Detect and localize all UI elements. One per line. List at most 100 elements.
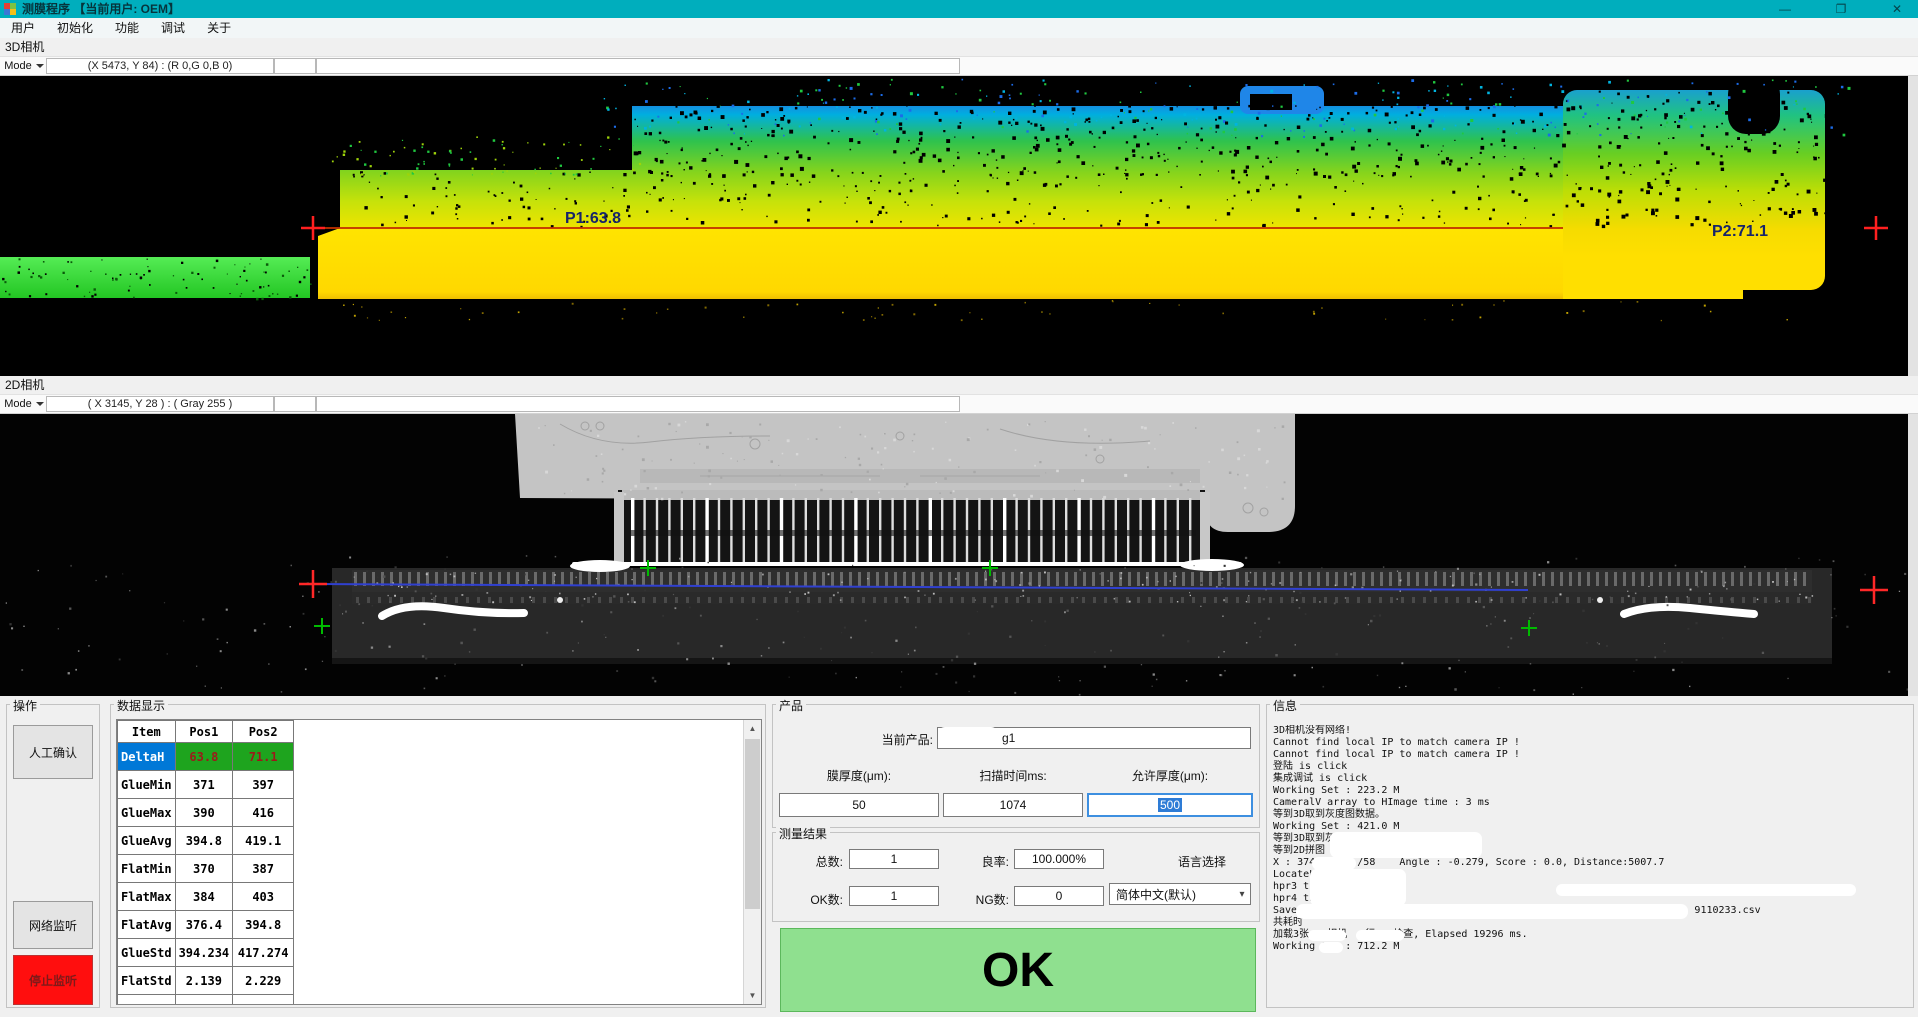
- camera2d-pixel-status: ( X 3145, Y 28 ) : ( Gray 255 ): [46, 396, 274, 412]
- allowed-thickness-field[interactable]: 500: [1087, 793, 1253, 817]
- ok-count-label: OK数:: [779, 891, 843, 908]
- table-row[interactable]: X 2583.57966.7: [118, 995, 294, 1006]
- camera3d-label: 3D相机: [0, 38, 1918, 56]
- chevron-down-icon: [36, 64, 44, 68]
- log-line: X : 3744 /58 Angle : -0.279, Score : 0.0…: [1273, 857, 1909, 869]
- log-line: Cannot find local IP to match camera IP …: [1273, 737, 1909, 749]
- language-select-value: 简体中文(默认): [1110, 886, 1234, 903]
- yield-label: 良率:: [943, 853, 1009, 870]
- ok-count-field[interactable]: 1: [849, 886, 939, 906]
- log-line: Working Set : 223.2 M: [1273, 785, 1909, 797]
- measurement-table: Item Pos1 Pos2 DeltaH 63.8 71.1 GlueMin …: [117, 720, 294, 1005]
- table-row[interactable]: FlatMin 370387: [118, 855, 294, 883]
- results-group-title: 测量结果: [776, 825, 830, 842]
- camera2d-statusbox-3: [316, 396, 960, 412]
- table-row[interactable]: FlatMax 384403: [118, 883, 294, 911]
- titlebar: 测膜程序 【当前用户: OEM】 — ❐ ✕: [0, 0, 1918, 18]
- camera2d-view[interactable]: [0, 414, 1918, 696]
- menu-debug[interactable]: 调试: [150, 18, 196, 38]
- redaction-blob: [1330, 832, 1482, 858]
- table-row[interactable]: DeltaH 63.8 71.1: [118, 743, 294, 771]
- camera2d-image[interactable]: [0, 414, 1918, 696]
- log-line: CameralV array to HImage time : 3 ms: [1273, 797, 1909, 809]
- table-row[interactable]: GlueAvg 394.8419.1: [118, 827, 294, 855]
- film-thickness-label: 膜厚度(μm):: [779, 767, 939, 784]
- results-group: 测量结果 总数: 1 良率: 100.000% 语言选择 OK数: 1 NG数:…: [772, 832, 1260, 922]
- scroll-down-icon[interactable]: ▼: [744, 987, 761, 1004]
- menu-user[interactable]: 用户: [0, 18, 46, 38]
- camera2d-mode-button[interactable]: Mode: [2, 396, 46, 412]
- film-thickness-field[interactable]: 50: [779, 793, 939, 817]
- camera3d-mode-button[interactable]: Mode: [2, 58, 46, 74]
- table-row[interactable]: GlueMin 371397: [118, 771, 294, 799]
- redaction-blob: [1308, 930, 1346, 941]
- log-line: 3D相机没有网络!: [1273, 725, 1909, 737]
- menu-about[interactable]: 关于: [196, 18, 242, 38]
- menubar: 用户 初始化 功能 调试 关于: [0, 18, 1918, 39]
- minimize-icon[interactable]: —: [1774, 1, 1796, 17]
- allowed-thickness-label: 允许厚度(μm):: [1087, 767, 1253, 784]
- manual-confirm-button[interactable]: 人工确认: [13, 725, 93, 779]
- result-status-text: OK: [982, 943, 1054, 998]
- total-label: 总数:: [779, 853, 843, 870]
- camera3d-statusbox-3: [316, 58, 960, 74]
- chevron-down-icon: ▾: [1234, 889, 1250, 900]
- selected-text: 500: [1158, 798, 1182, 812]
- close-icon[interactable]: ✕: [1886, 1, 1908, 17]
- camera2d-modebar: Mode ( X 3145, Y 28 ) : ( Gray 255 ): [0, 394, 1918, 414]
- green-strip: [0, 257, 310, 298]
- mid-band: [340, 170, 1563, 228]
- operation-group: 操作 人工确认 网络监听 停止监听: [6, 704, 100, 1008]
- data-table-view[interactable]: Item Pos1 Pos2 DeltaH 63.8 71.1 GlueMin …: [116, 719, 762, 1005]
- scroll-up-icon[interactable]: ▲: [744, 720, 761, 737]
- table-scrollbar[interactable]: ▲ ▼: [743, 720, 761, 1004]
- data-display-group-title: 数据显示: [114, 697, 168, 714]
- app-icon: [4, 3, 16, 15]
- camera3d-view[interactable]: P1:63.8 P2:71.1: [0, 76, 1918, 376]
- table-header-row: Item Pos1 Pos2: [118, 721, 294, 743]
- log-line: 集成调试 is click: [1273, 773, 1909, 785]
- log-line: 登陆 is click: [1273, 761, 1909, 773]
- yellow-slab: [318, 228, 1563, 299]
- redaction-blob: [1296, 904, 1688, 919]
- table-row[interactable]: FlatStd 2.1392.229: [118, 967, 294, 995]
- ng-count-field[interactable]: 0: [1014, 886, 1104, 906]
- menu-init[interactable]: 初始化: [46, 18, 104, 38]
- p1-annotation: P1:63.8: [565, 210, 621, 227]
- log-line: Cannot find local IP to match camera IP …: [1273, 749, 1909, 761]
- yield-field[interactable]: 100.000%: [1014, 849, 1104, 869]
- redaction-blob: [1356, 930, 1404, 941]
- log-line: Working Set : 712.2 M: [1273, 941, 1909, 953]
- redaction-blob: [1556, 884, 1856, 896]
- camera3d-image[interactable]: P1:63.8 P2:71.1: [0, 76, 1918, 376]
- scan-time-label: 扫描时间ms:: [943, 767, 1083, 784]
- scrollbar-thumb[interactable]: [745, 739, 760, 909]
- right-block: [1563, 90, 1825, 290]
- language-select[interactable]: 简体中文(默认) ▾: [1109, 883, 1251, 905]
- network-listen-button[interactable]: 网络监听: [13, 901, 93, 949]
- camera3d-modebar: Mode (X 5473, Y 84) : (R 0,G 0,B 0): [0, 56, 1918, 76]
- camera3d-pixel-status: (X 5473, Y 84) : (R 0,G 0,B 0): [46, 58, 274, 74]
- camera2d-label: 2D相机: [0, 376, 1918, 394]
- total-field[interactable]: 1: [849, 849, 939, 869]
- language-label: 语言选择: [1147, 853, 1257, 870]
- table-row[interactable]: GlueMax 390416: [118, 799, 294, 827]
- table-row[interactable]: GlueStd 394.234417.274: [118, 939, 294, 967]
- maximize-icon[interactable]: ❐: [1830, 1, 1852, 17]
- scan-time-field[interactable]: 1074: [943, 793, 1083, 817]
- table-row[interactable]: FlatAvg 376.4394.8: [118, 911, 294, 939]
- upper-blob: [632, 106, 1563, 176]
- product-group: 产品 当前产品: g1 膜厚度(μm): 扫描时间ms: 允许厚度(μm): 5…: [772, 704, 1260, 828]
- app-window: 测膜程序 【当前用户: OEM】 — ❐ ✕ 用户 初始化 功能 调试 关于 3…: [0, 0, 1918, 1017]
- redaction-blob: [1319, 942, 1343, 953]
- chevron-down-icon: [36, 402, 44, 406]
- result-status-panel: OK: [780, 928, 1256, 1012]
- menu-function[interactable]: 功能: [104, 18, 150, 38]
- camera2d-statusbox-2: [274, 396, 316, 412]
- log-output[interactable]: 3D相机没有网络! Cannot find local IP to match …: [1273, 725, 1909, 1003]
- camera3d-statusbox-2: [274, 58, 316, 74]
- redaction-blob: [1310, 869, 1406, 906]
- redaction-blob: [938, 727, 998, 747]
- product-group-title: 产品: [776, 697, 806, 714]
- stop-listen-button[interactable]: 停止监听: [13, 955, 93, 1005]
